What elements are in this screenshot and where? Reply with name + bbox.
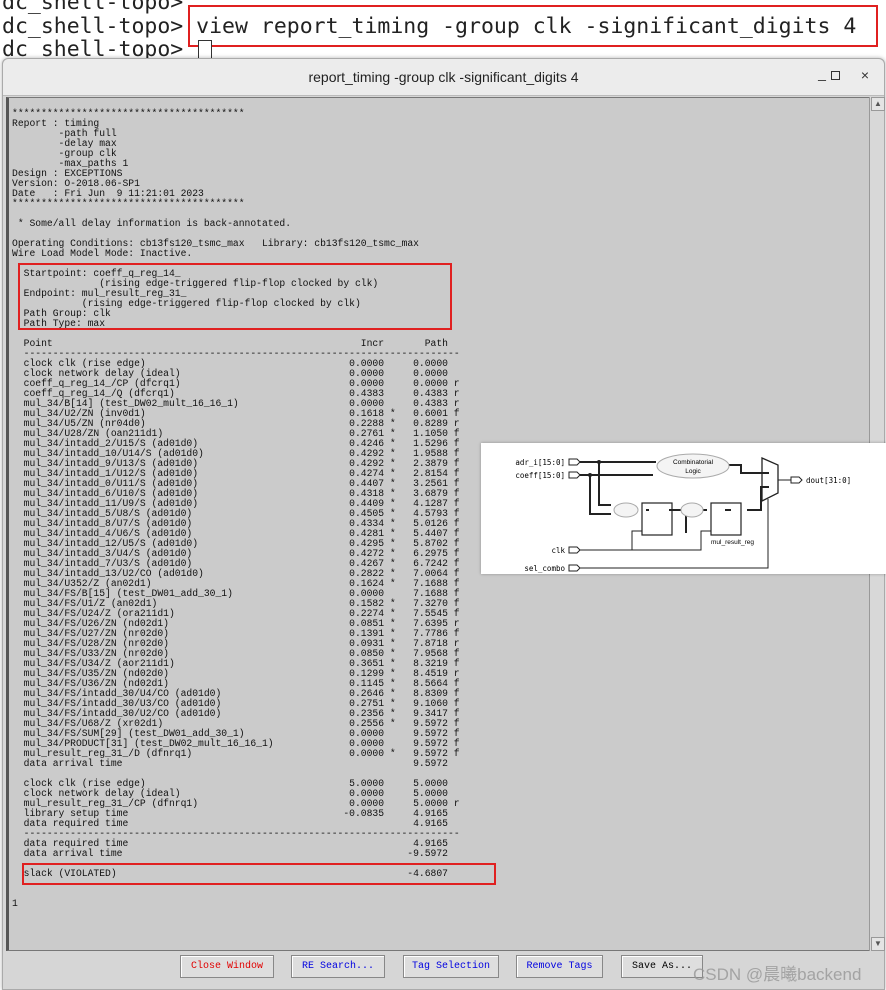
close-window-button[interactable]: Close Window bbox=[180, 955, 274, 978]
path-cell: 9.5972 bbox=[413, 758, 448, 769]
path-cell: -9.5972 bbox=[407, 848, 448, 859]
input-port-icons bbox=[568, 458, 581, 572]
report-line: **************************************** bbox=[12, 198, 245, 209]
table-row: data arrival time -9.5972 bbox=[12, 849, 460, 859]
slack-highlight-box bbox=[22, 863, 496, 885]
cloud-label: Logic bbox=[685, 468, 701, 475]
maximize-button[interactable] bbox=[820, 67, 840, 83]
port-label-coeff: coeff[15:0] bbox=[515, 471, 565, 480]
watermark: CSDN @晨曦backend bbox=[693, 965, 862, 984]
table-row: data arrival time 9.5972 bbox=[12, 759, 460, 769]
edge-cell: f bbox=[453, 748, 460, 759]
maximize-icon bbox=[830, 71, 840, 80]
window-title: report_timing -group clk -significant_di… bbox=[308, 69, 579, 85]
incr-cell: -0.0835 bbox=[343, 808, 385, 819]
timing-report: ****************************************… bbox=[12, 109, 460, 909]
tag-selection-button[interactable]: Tag Selection bbox=[403, 955, 499, 978]
circuit-diagram: adr_i[15:0] coeff[15:0] clk sel_combo do… bbox=[481, 443, 886, 574]
scroll-up-arrow-icon[interactable]: ▲ bbox=[871, 97, 885, 111]
port-label-dout: dout[31:0] bbox=[806, 476, 851, 485]
report-line: Wire Load Model Mode: Inactive. bbox=[12, 248, 193, 259]
report-line bbox=[12, 329, 460, 339]
re-search-button[interactable]: RE Search... bbox=[291, 955, 385, 978]
report-line: * Some/all delay information is back-ann… bbox=[12, 218, 292, 229]
register-label: mul_result_reg bbox=[711, 539, 754, 546]
title-bar[interactable]: report_timing -group clk -significant_di… bbox=[3, 59, 884, 96]
port-label-adr-i: adr_i[15:0] bbox=[515, 458, 565, 467]
annotation-cell: * bbox=[389, 578, 396, 589]
port-label-clk: clk bbox=[551, 546, 565, 555]
save-as-button[interactable]: Save As... bbox=[621, 955, 703, 978]
point-cell: data arrival time bbox=[23, 848, 123, 859]
scroll-down-arrow-icon[interactable]: ▼ bbox=[871, 937, 885, 951]
terminal-line-prev: dc_shell-topo> bbox=[2, 0, 183, 14]
point-cell: data arrival time bbox=[23, 758, 123, 769]
terminal-prompt: dc_shell-topo> bbox=[2, 14, 184, 39]
mux-shape bbox=[761, 457, 779, 503]
circuit-schematic: adr_i[15:0] coeff[15:0] clk sel_combo do… bbox=[515, 453, 851, 573]
remove-tags-button[interactable]: Remove Tags bbox=[516, 955, 603, 978]
report-line bbox=[12, 889, 460, 899]
annotation-cell: * bbox=[389, 748, 396, 759]
port-label-sel-combo: sel_combo bbox=[524, 564, 565, 573]
command-highlight-box bbox=[188, 5, 878, 47]
annotation-cell: * bbox=[389, 718, 396, 729]
report-trailer: 1 bbox=[12, 898, 18, 909]
edge-cell: r bbox=[453, 798, 460, 809]
incr-cell: 0.0000 bbox=[349, 748, 385, 759]
terminal-prompt: dc_shell-topo> bbox=[2, 0, 184, 15]
close-button[interactable]: × bbox=[855, 67, 875, 83]
cloud-label: Combinatorial bbox=[673, 459, 714, 466]
path-info-highlight-box bbox=[18, 263, 452, 330]
